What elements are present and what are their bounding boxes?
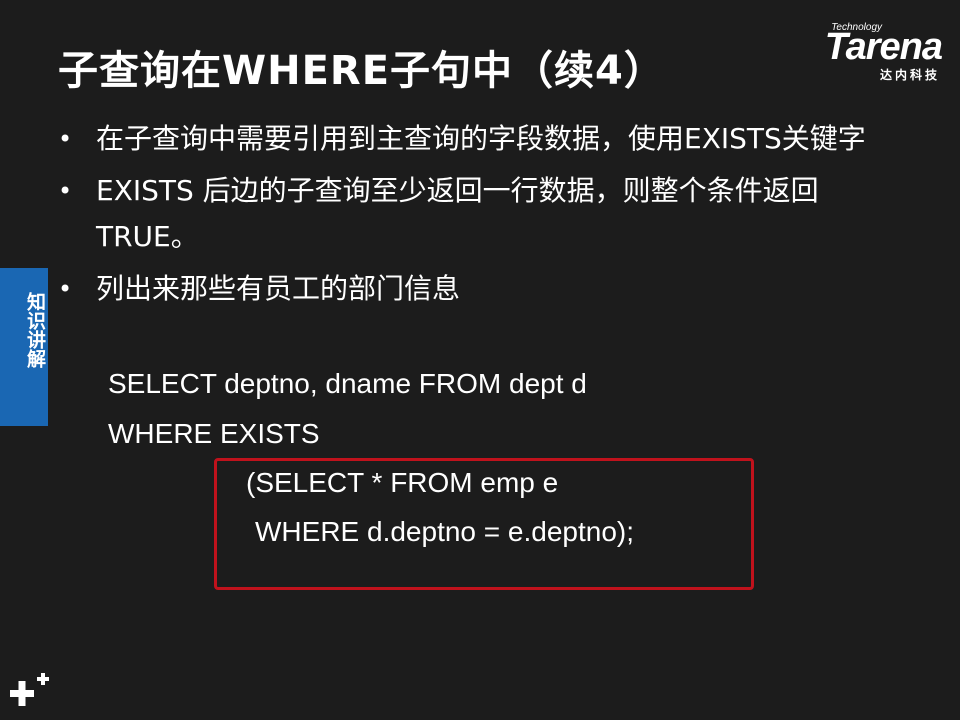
side-tab-label: 知识讲解 [24,292,46,368]
bullet-text: EXISTS 后边的子查询至少返回一行数据，则整个条件返回TRUE。 [96,174,819,253]
logo-cn-name: 达内科技 [879,68,940,82]
slide-title: 子查询在WHERE子句中（续4） [58,48,665,94]
bullet-icon: • [58,177,73,205]
bullet-item: • EXISTS 后边的子查询至少返回一行数据，则整个条件返回TRUE。 [56,168,896,260]
plus-icon [10,673,49,706]
logo-wordmark: Tarena [824,26,943,68]
side-tab: 知识讲解 [0,268,48,426]
code-line: WHERE d.deptno = e.deptno); [255,516,634,547]
bullet-item: • 在子查询中需要引用到主查询的字段数据，使用EXISTS关键字 [56,116,896,162]
bullet-list: • 在子查询中需要引用到主查询的字段数据，使用EXISTS关键字 • EXIST… [56,116,896,318]
tarena-logo: Technology Tarena 达内科技 [774,22,944,84]
code-line: (SELECT * FROM emp e [246,467,559,498]
bullet-icon: • [58,125,73,153]
bullet-icon: • [58,275,73,303]
bullet-item: • 列出来那些有员工的部门信息 [56,266,896,312]
bullet-text: 列出来那些有员工的部门信息 [96,272,461,305]
code-line: WHERE EXISTS [108,418,320,449]
slide: 子查询在WHERE子句中（续4） Technology Tarena 达内科技 … [0,0,960,720]
bullet-text: 在子查询中需要引用到主查询的字段数据，使用EXISTS关键字 [96,122,866,155]
code-line: SELECT deptno, dname FROM dept d [108,368,587,399]
